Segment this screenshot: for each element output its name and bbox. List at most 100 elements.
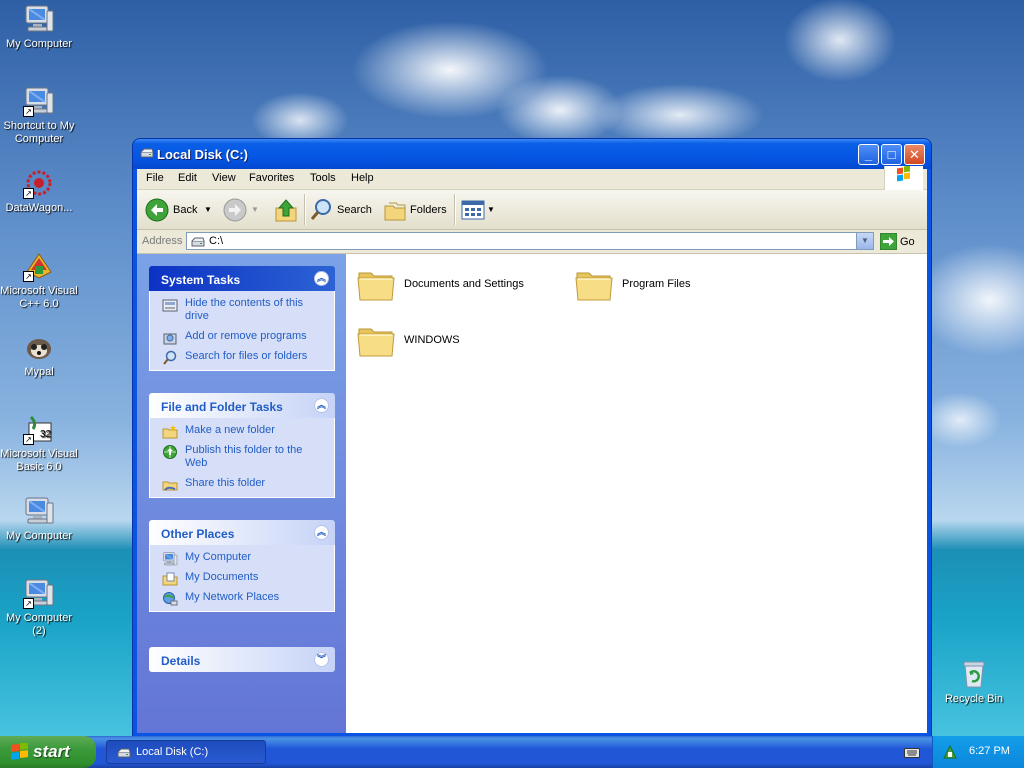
desktop-icon-visual-basic[interactable]: 32 ↗ Microsoft Visual Basic 6.0 (0, 413, 78, 474)
menu-view[interactable]: View (212, 172, 236, 184)
folder-item-program-files[interactable]: Program Files (574, 264, 704, 304)
place-link-my-documents[interactable]: My Documents (162, 571, 326, 586)
maximize-icon: □ (887, 147, 896, 162)
back-dropdown-icon[interactable]: ▼ (204, 205, 212, 214)
search-button[interactable]: Search (309, 198, 373, 222)
panel-title: Details (161, 654, 201, 668)
search-icon (162, 350, 178, 370)
explorer-window: Local Disk (C:) _ □ ✕ File Edit View Fav… (133, 139, 931, 737)
place-link-label: My Computer (185, 551, 252, 563)
folders-button[interactable]: Folders (383, 198, 447, 222)
new-folder-icon (162, 424, 178, 444)
drive-icon (140, 147, 154, 162)
task-link-publish-web[interactable]: Publish this folder to the Web (162, 444, 326, 470)
system-tasks-body: Hide the contents of this drive Add or r… (149, 291, 335, 371)
collapse-icon[interactable]: ︽ (314, 398, 329, 413)
keyboard-icon[interactable] (904, 746, 920, 761)
search-icon (309, 198, 333, 225)
expand-icon[interactable]: ︾ (314, 652, 329, 667)
details-header[interactable]: Details ︾ (149, 647, 335, 672)
address-dropdown-button[interactable]: ▼ (856, 233, 873, 249)
back-label: Back (173, 204, 198, 216)
folder-icon (574, 264, 614, 307)
other-places-header[interactable]: Other Places ︽ (149, 520, 335, 545)
task-pane: System Tasks ︽ Hide the contents of this… (137, 254, 346, 733)
menu-help[interactable]: Help (351, 172, 374, 184)
folder-item-windows[interactable]: WINDOWS (356, 320, 486, 360)
my-computer-icon (162, 551, 178, 571)
place-link-network-places[interactable]: My Network Places (162, 591, 326, 606)
taskbar-button-local-disk[interactable]: Local Disk (C:) (106, 740, 266, 764)
shortcut-arrow-icon: ↗ (23, 271, 34, 282)
task-link-add-remove-programs[interactable]: Add or remove programs (162, 330, 326, 345)
folders-icon (383, 198, 407, 225)
forward-arrow-icon (223, 198, 247, 225)
task-link-label: Publish this folder to the Web (185, 444, 303, 469)
maximize-button[interactable]: □ (881, 144, 902, 165)
task-link-label: Hide the contents of this drive (185, 297, 304, 322)
add-remove-programs-icon (162, 330, 178, 350)
views-button[interactable]: ▼ (461, 198, 495, 222)
up-button[interactable] (273, 198, 299, 222)
desktop-icon-label: Recycle Bin (944, 693, 1004, 705)
title-bar[interactable]: Local Disk (C:) _ □ ✕ (133, 139, 931, 169)
panel-title: System Tasks (161, 273, 241, 287)
up-folder-icon (273, 198, 299, 225)
desktop-icon-datawagon[interactable]: ↗ DataWagon... (0, 167, 78, 215)
menu-edit[interactable]: Edit (178, 172, 197, 184)
back-button[interactable]: Back ▼ (145, 198, 217, 222)
menu-tools[interactable]: Tools (310, 172, 336, 184)
desktop-icon-shortcut-my-computer[interactable]: ↗ Shortcut to My Computer (0, 85, 78, 146)
shortcut-arrow-icon: ↗ (23, 188, 34, 199)
folder-item-documents-and-settings[interactable]: Documents and Settings (356, 264, 536, 304)
desktop-icon-label: Shortcut to My Computer (3, 120, 75, 145)
panel-title: File and Folder Tasks (161, 400, 283, 414)
place-link-my-computer[interactable]: My Computer (162, 551, 326, 564)
file-folder-tasks-header[interactable]: File and Folder Tasks ︽ (149, 393, 335, 418)
my-computer-icon: ↗ (23, 85, 55, 117)
network-tray-icon[interactable] (942, 744, 958, 763)
collapse-icon[interactable]: ︽ (314, 271, 329, 286)
task-link-new-folder[interactable]: Make a new folder (162, 424, 326, 439)
file-folder-tasks-body: Make a new folder Publish this folder to… (149, 418, 335, 498)
close-button[interactable]: ✕ (904, 144, 925, 165)
recycle-bin-icon (958, 658, 990, 690)
datawagon-icon: ↗ (23, 167, 55, 199)
windows-logo-icon (10, 742, 30, 766)
desktop-icon-my-computer-2[interactable]: My Computer (0, 495, 78, 543)
mypal-icon (23, 331, 55, 363)
my-computer-icon: ↗ (23, 577, 55, 609)
go-label: Go (900, 236, 915, 248)
desktop-icon-label: Microsoft Visual C++ 6.0 (0, 285, 78, 310)
task-link-hide-contents[interactable]: Hide the contents of this drive (162, 297, 326, 323)
desktop-icon-mypal[interactable]: Mypal (0, 331, 78, 379)
menu-file[interactable]: File (146, 172, 164, 184)
desktop-icon-label: Microsoft Visual Basic 6.0 (0, 448, 78, 473)
task-link-label: Add or remove programs (185, 330, 307, 342)
window-client: File Edit View Favorites Tools Help Back… (137, 165, 927, 733)
minimize-button[interactable]: _ (858, 144, 879, 165)
collapse-icon[interactable]: ︽ (314, 525, 329, 540)
system-tray: 6:27 PM (932, 736, 1024, 768)
system-tasks-panel: System Tasks ︽ Hide the contents of this… (149, 266, 335, 371)
address-input[interactable]: C:\ ▼ (186, 232, 874, 250)
my-documents-icon (162, 571, 178, 591)
task-link-label: Make a new folder (185, 424, 275, 436)
desktop-icon-my-computer-3[interactable]: ↗ My Computer (2) (0, 577, 78, 638)
forward-button[interactable]: ▼ (223, 198, 259, 222)
place-link-label: My Network Places (185, 591, 280, 603)
menu-favorites[interactable]: Favorites (249, 172, 294, 184)
place-link-label: My Documents (185, 571, 259, 583)
start-button[interactable]: start (0, 736, 96, 768)
task-link-search[interactable]: Search for files or folders (162, 350, 326, 365)
task-link-share-folder[interactable]: Share this folder (162, 477, 326, 491)
system-tasks-header[interactable]: System Tasks ︽ (149, 266, 335, 291)
desktop-icon-my-computer[interactable]: My Computer (0, 3, 78, 51)
folder-name: WINDOWS (404, 334, 460, 346)
desktop-icon-label: DataWagon... (5, 202, 73, 214)
desktop-icon-visual-cpp[interactable]: ↗ Microsoft Visual C++ 6.0 (0, 250, 78, 311)
desktop-icon-recycle-bin[interactable]: Recycle Bin (935, 658, 1013, 706)
address-label: Address (142, 235, 183, 247)
folder-name: Documents and Settings (404, 278, 524, 290)
clock[interactable]: 6:27 PM (969, 745, 1010, 757)
